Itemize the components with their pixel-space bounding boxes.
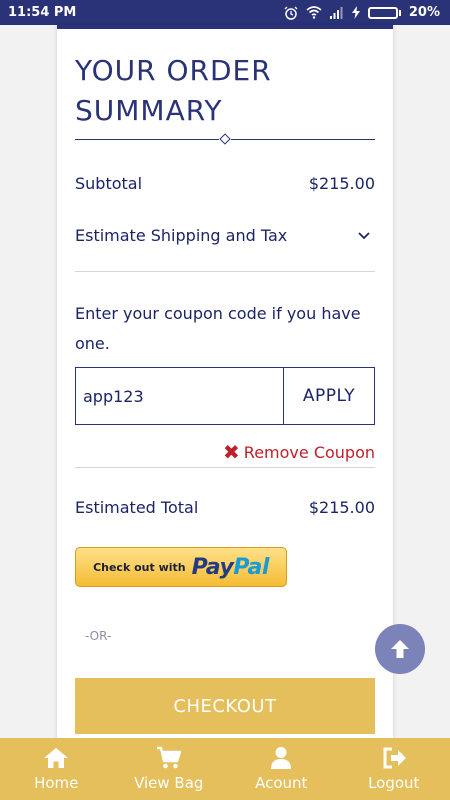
subtotal-value: $215.00	[308, 173, 375, 193]
home-icon	[44, 748, 69, 768]
nav-account[interactable]: Acount	[225, 738, 338, 800]
diamond-ornament-icon	[219, 133, 231, 145]
checkout-button[interactable]: CHECKOUT	[75, 678, 375, 734]
estimate-shipping-toggle[interactable]: Estimate Shipping and Tax	[75, 221, 375, 249]
wifi-icon	[306, 6, 322, 19]
nav-account-label: Acount	[255, 774, 308, 792]
coupon-prompt: Enter your coupon code if you have one.	[75, 304, 361, 353]
nav-view-bag[interactable]: View Bag	[113, 738, 226, 800]
battery-percent: 20%	[408, 5, 440, 20]
estimated-total-row: Estimated Total $215.00	[75, 495, 375, 519]
battery-icon	[367, 6, 401, 19]
chevron-down-icon[interactable]	[357, 228, 371, 242]
status-bar: 11:54 PM 20%	[0, 0, 450, 25]
remove-coupon-label: Remove Coupon	[243, 442, 375, 462]
title-divider	[75, 133, 375, 145]
nav-view-bag-label: View Bag	[134, 774, 204, 792]
nav-home[interactable]: Home	[0, 738, 113, 800]
apply-coupon-button[interactable]: APPLY	[284, 368, 374, 424]
remove-coupon-link[interactable]: ✖ Remove Coupon	[75, 441, 375, 463]
estimated-total-value: $215.00	[308, 497, 375, 517]
signal-icon	[329, 6, 343, 19]
alarm-icon	[284, 6, 298, 20]
paypal-prefix: Check out with	[93, 560, 186, 574]
or-separator: -OR-	[85, 629, 112, 643]
divider	[75, 271, 375, 272]
scroll-to-top-button[interactable]	[375, 624, 425, 674]
charging-icon	[351, 6, 360, 19]
coupon-input[interactable]	[76, 368, 284, 424]
close-icon: ✖	[223, 440, 240, 464]
status-icons: 20%	[284, 5, 440, 20]
estimated-total-label: Estimated Total	[75, 497, 199, 517]
title-line-1: YOUR ORDER	[75, 54, 272, 87]
subtotal-label: Subtotal	[75, 173, 143, 193]
order-summary-card: YOUR ORDER SUMMARY Subtotal $215.00 Esti…	[57, 25, 393, 738]
nav-home-label: Home	[34, 774, 79, 792]
page-title: YOUR ORDER SUMMARY	[75, 51, 375, 131]
paypal-logo: PayPal	[191, 554, 270, 580]
coupon-form: APPLY	[75, 367, 375, 425]
cart-icon	[156, 746, 181, 769]
nav-logout-label: Logout	[368, 774, 420, 792]
logout-icon	[383, 747, 406, 769]
status-time: 11:54 PM	[8, 5, 77, 20]
subtotal-row: Subtotal $215.00	[75, 171, 375, 195]
paypal-checkout-button[interactable]: Check out with PayPal	[75, 547, 287, 587]
bottom-nav: Home View Bag Acount Logout	[0, 738, 450, 800]
estimate-shipping-label: Estimate Shipping and Tax	[75, 225, 288, 245]
nav-logout[interactable]: Logout	[338, 738, 450, 800]
title-line-2: SUMMARY	[75, 94, 223, 127]
divider	[75, 467, 375, 468]
user-icon	[271, 747, 292, 769]
arrow-up-icon	[391, 640, 409, 658]
